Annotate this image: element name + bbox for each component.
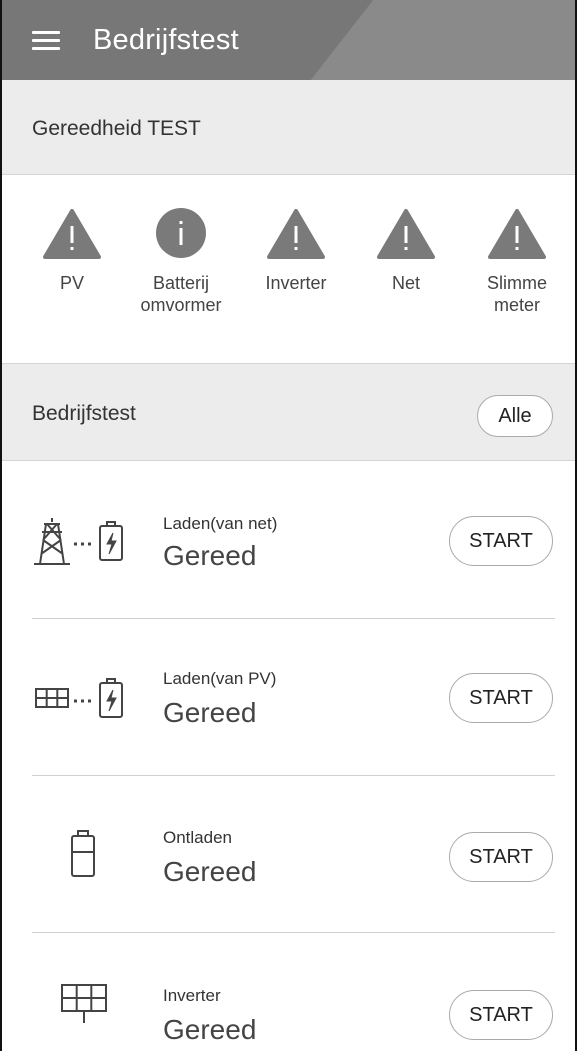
operation-section-title: Bedrijfstest bbox=[32, 402, 136, 425]
screen: Bedrijfstest Gereedheid TEST PV Batterij… bbox=[0, 0, 577, 1051]
pv-to-battery-icon bbox=[35, 677, 123, 718]
header-decoration bbox=[310, 0, 575, 80]
status-item-pv[interactable]: PV bbox=[17, 176, 127, 294]
start-button[interactable]: START bbox=[449, 673, 553, 723]
test-title: Laden(van PV) bbox=[163, 669, 277, 688]
start-button[interactable]: START bbox=[449, 516, 553, 566]
status-label-grid: Net bbox=[391, 273, 420, 293]
warning-icon bbox=[377, 209, 435, 259]
test-status: Gereed bbox=[163, 856, 257, 887]
status-item-smart-meter[interactable]: Slimme meter bbox=[462, 176, 572, 316]
readiness-section-header: Gereedheid TEST bbox=[2, 80, 575, 175]
start-button[interactable]: START bbox=[449, 832, 553, 882]
all-button[interactable]: Alle bbox=[477, 395, 553, 437]
status-label-pv: PV bbox=[59, 273, 84, 293]
test-status: Gereed bbox=[163, 1014, 257, 1045]
battery-icon bbox=[71, 829, 95, 877]
warning-icon bbox=[43, 209, 101, 259]
menu-icon[interactable] bbox=[32, 31, 60, 51]
test-title: Ontladen bbox=[163, 828, 232, 847]
test-status: Gereed bbox=[163, 540, 257, 571]
status-item-battery-inverter[interactable]: Batterij omvormer bbox=[126, 176, 236, 316]
info-icon bbox=[156, 208, 206, 258]
status-label-smart-meter: Slimme meter bbox=[486, 273, 547, 315]
readiness-section-title: Gereedheid TEST bbox=[32, 117, 201, 140]
test-title: Laden(van net) bbox=[163, 514, 278, 533]
operation-section-header: Bedrijfstest Alle bbox=[2, 363, 575, 461]
status-label-battery-inverter: Batterij omvormer bbox=[140, 273, 222, 315]
status-item-inverter[interactable]: Inverter bbox=[241, 176, 351, 294]
test-row-discharge: Ontladen Gereed START bbox=[2, 776, 575, 933]
test-row-charge-pv: Laden(van PV) Gereed START bbox=[2, 619, 575, 776]
app-bar: Bedrijfstest bbox=[2, 0, 575, 80]
warning-icon bbox=[267, 209, 325, 259]
grid-to-battery-icon bbox=[34, 517, 123, 565]
warning-icon bbox=[488, 209, 546, 259]
status-item-grid[interactable]: Net bbox=[351, 176, 461, 294]
readiness-status-row: PV Batterij omvormer Inverter Net Slimme… bbox=[2, 176, 575, 363]
test-row-charge-grid: Laden(van net) Gereed START bbox=[2, 462, 575, 619]
start-button[interactable]: START bbox=[449, 990, 553, 1040]
test-row-inverter: Inverter Gereed START bbox=[2, 934, 575, 1051]
row-divider bbox=[32, 932, 555, 933]
status-label-inverter: Inverter bbox=[265, 273, 327, 293]
solar-panel-icon bbox=[61, 984, 107, 1023]
test-status: Gereed bbox=[163, 697, 257, 728]
page-title: Bedrijfstest bbox=[93, 24, 239, 56]
test-title: Inverter bbox=[163, 986, 221, 1005]
